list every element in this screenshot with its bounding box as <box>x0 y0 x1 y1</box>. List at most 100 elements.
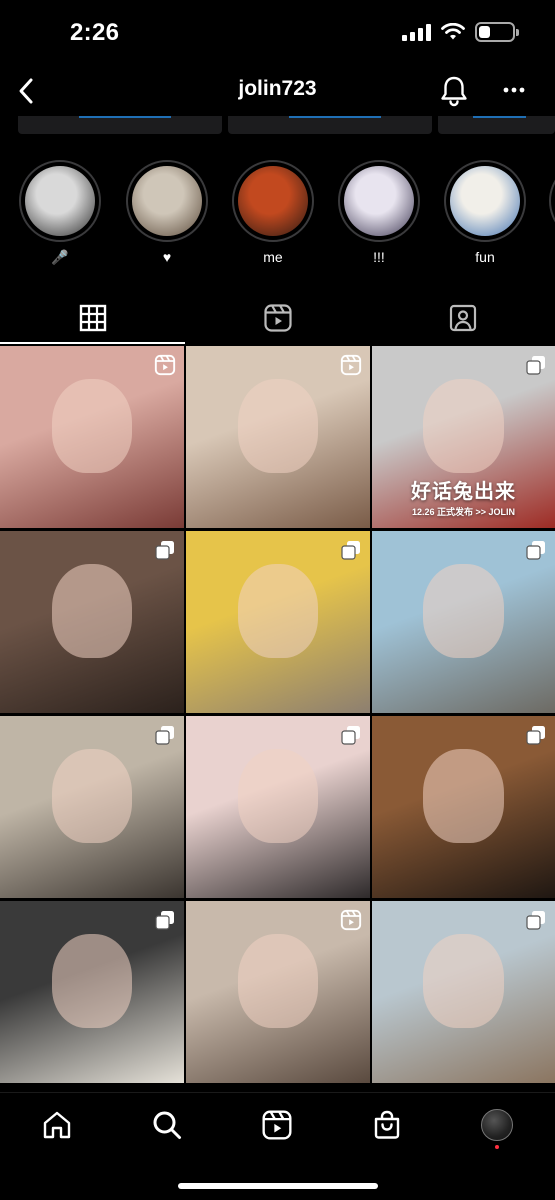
nav-reels[interactable] <box>257 1107 297 1143</box>
post-tile[interactable] <box>0 901 184 1083</box>
tab-reels[interactable] <box>185 292 370 344</box>
multiple-posts-icon <box>154 539 176 561</box>
suggested-card[interactable] <box>438 116 555 134</box>
suggested-card[interactable] <box>228 116 432 134</box>
nav-shop[interactable] <box>367 1107 407 1143</box>
highlight-cover <box>344 166 414 236</box>
highlight-item-partial[interactable] <box>549 160 555 242</box>
multiple-posts-icon <box>525 909 547 931</box>
post-photo-subject <box>237 933 319 1029</box>
nav-profile[interactable] <box>477 1107 517 1149</box>
suggested-card[interactable] <box>18 116 222 134</box>
battery-icon <box>475 22 519 42</box>
highlight-ring <box>232 160 314 242</box>
multiple-posts-icon <box>154 724 176 746</box>
highlight-cover <box>25 166 95 236</box>
battery-level <box>479 26 491 38</box>
grid-icon <box>79 304 106 332</box>
more-icon[interactable] <box>503 85 525 95</box>
highlight-label: 🎤 <box>51 249 69 265</box>
post-caption-subtitle: 12.26 正式发布 >> JOLIN <box>411 507 516 517</box>
reel-badge-icon <box>154 354 176 376</box>
post-photo-subject <box>51 563 133 659</box>
highlight-item[interactable]: me <box>231 160 315 266</box>
post-caption-overlay: 好话兔出来 12.26 正式发布 >> JOLIN <box>372 475 555 518</box>
multiple-posts-icon <box>154 909 176 931</box>
signal-icon <box>402 23 431 41</box>
active-tab-indicator <box>0 342 185 344</box>
avatar <box>481 1109 513 1141</box>
bottom-nav <box>0 1092 555 1156</box>
post-tile[interactable] <box>0 531 184 713</box>
highlight-ring <box>444 160 526 242</box>
post-photo-subject <box>237 748 319 844</box>
multiple-posts-icon <box>525 724 547 746</box>
home-icon <box>43 1111 71 1139</box>
multiple-posts-icon <box>525 354 547 376</box>
reels-icon <box>263 304 292 332</box>
tab-posts[interactable] <box>0 292 185 344</box>
tagged-icon <box>449 304 476 332</box>
post-tile[interactable] <box>186 531 370 713</box>
back-icon[interactable] <box>16 76 36 106</box>
post-photo-subject <box>423 748 504 844</box>
status-time: 2:26 <box>70 19 120 46</box>
reel-badge-icon <box>340 909 362 931</box>
post-tile[interactable] <box>0 346 184 528</box>
post-tile[interactable] <box>186 716 370 898</box>
highlight-ring <box>338 160 420 242</box>
post-photo-subject <box>423 378 504 474</box>
highlight-item[interactable]: 🎤 <box>18 160 102 266</box>
post-photo-subject <box>237 563 319 659</box>
highlight-ring <box>126 160 208 242</box>
post-photo-subject <box>51 378 133 474</box>
bell-icon[interactable] <box>439 75 469 107</box>
post-tile[interactable] <box>372 531 555 713</box>
story-highlights: 🎤 ♥ me!!! fun <box>0 160 555 270</box>
post-tile[interactable] <box>372 901 555 1083</box>
home-indicator <box>178 1183 378 1189</box>
highlight-cover <box>132 166 202 236</box>
post-tile[interactable]: 好话兔出来 12.26 正式发布 >> JOLIN <box>372 346 555 528</box>
multiple-posts-icon <box>340 539 362 561</box>
highlight-cover <box>238 166 308 236</box>
highlight-cover <box>450 166 520 236</box>
posts-grid: 好话兔出来 12.26 正式发布 >> JOLIN <box>0 346 555 1086</box>
post-caption-title: 好话兔出来 <box>411 481 516 503</box>
nav-search[interactable] <box>147 1107 187 1143</box>
post-tile[interactable] <box>372 716 555 898</box>
post-tile[interactable] <box>0 716 184 898</box>
wifi-icon <box>441 23 465 40</box>
highlight-label: fun <box>475 249 495 265</box>
reel-badge-icon <box>340 354 362 376</box>
highlight-label: me <box>263 249 283 265</box>
multiple-posts-icon <box>340 724 362 746</box>
profile-username: jolin723 <box>238 77 317 100</box>
highlight-ring <box>549 160 555 242</box>
reels-icon <box>262 1110 292 1140</box>
profile-tabs <box>0 292 555 344</box>
post-tile[interactable] <box>186 346 370 528</box>
post-photo-subject <box>423 563 504 659</box>
highlight-item[interactable]: ♥ <box>125 160 209 266</box>
suggested-cards-strip <box>0 116 555 134</box>
profile-header: jolin723 <box>0 66 555 116</box>
highlight-item[interactable]: fun <box>443 160 527 266</box>
multiple-posts-icon <box>525 539 547 561</box>
tab-tagged[interactable] <box>370 292 555 344</box>
post-photo-subject <box>237 378 319 474</box>
shop-icon <box>374 1110 400 1139</box>
highlight-item[interactable]: !!! <box>337 160 421 266</box>
post-photo-subject <box>423 933 504 1029</box>
search-icon <box>153 1111 181 1139</box>
post-photo-subject <box>51 933 133 1029</box>
highlight-label: ♥ <box>162 249 172 265</box>
highlight-label: !!! <box>373 249 385 265</box>
status-bar: 2:26 <box>0 0 555 66</box>
post-tile[interactable] <box>186 901 370 1083</box>
status-icons <box>402 22 519 42</box>
highlight-ring <box>19 160 101 242</box>
nav-home[interactable] <box>37 1107 77 1143</box>
post-photo-subject <box>51 748 133 844</box>
notification-dot <box>495 1145 499 1149</box>
